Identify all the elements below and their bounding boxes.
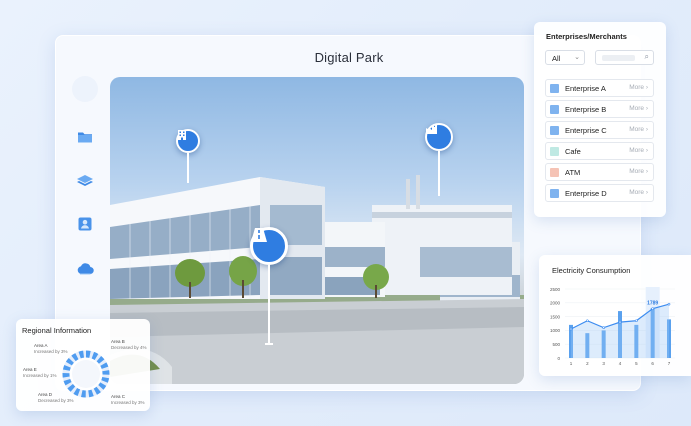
cloud-icon[interactable] [74, 257, 96, 279]
more-link[interactable]: More › [629, 84, 648, 91]
chart-point [569, 327, 573, 331]
category-swatch [550, 147, 559, 156]
enterprises-title: Enterprises/Merchants [546, 32, 627, 41]
road-icon [250, 227, 288, 265]
electricity-chart[interactable]: 0 500 1000 1500 2000 2500 1789 1 2 3 4 5 6 7 [539, 255, 691, 376]
enterprise-list-item[interactable]: Enterprise B More › [545, 100, 654, 118]
area-label: Area A Increased by 3% [34, 343, 68, 354]
layers-icon[interactable] [74, 170, 96, 192]
enterprise-name: Enterprise D [565, 189, 607, 198]
map-pin-office[interactable] [176, 129, 200, 183]
y-tick-label: 2500 [550, 287, 561, 292]
x-tick-label: 6 [651, 361, 654, 366]
more-link[interactable]: More › [629, 105, 648, 112]
factory-icon [425, 123, 453, 151]
enterprise-name: Enterprise C [565, 126, 607, 135]
category-swatch [550, 105, 559, 114]
park-scene-image[interactable] [110, 77, 524, 384]
more-link[interactable]: More › [629, 147, 648, 154]
enterprise-list-item[interactable]: Enterprise A More › [545, 79, 654, 97]
enterprise-list-item[interactable]: Cafe More › [545, 142, 654, 160]
chart-point [667, 302, 671, 306]
chart-point [618, 320, 622, 324]
enterprise-name: Enterprise A [565, 84, 606, 93]
chart-point [602, 326, 605, 329]
category-filter-select[interactable]: All ⌄ [545, 50, 585, 65]
regional-panel: Regional Information Area A Increased by… [16, 319, 150, 411]
building-illustration [110, 175, 524, 384]
enterprise-name: Enterprise B [565, 105, 607, 114]
enterprise-name: ATM [565, 168, 581, 177]
category-swatch [550, 126, 559, 135]
electricity-panel: Electricity Consumption 0 500 1000 1500 2000… [539, 255, 691, 376]
chart-point [635, 319, 638, 323]
map-pin-road[interactable] [250, 227, 288, 345]
enterprise-list-item[interactable]: ATM More › [545, 163, 654, 181]
more-link[interactable]: More › [629, 126, 648, 133]
category-swatch [550, 168, 559, 177]
x-tick-label: 1 [570, 361, 573, 366]
category-swatch [550, 189, 559, 198]
highlight-value-label: 1789 [647, 301, 658, 307]
more-link[interactable]: More › [629, 189, 648, 196]
search-icon: ⌕ [644, 52, 649, 61]
enterprises-panel: Enterprises/Merchants All ⌄ ⌕ Enterprise… [534, 22, 666, 217]
x-tick-label: 4 [619, 361, 622, 366]
contacts-icon[interactable] [74, 213, 96, 235]
office-building-icon [176, 129, 200, 153]
avatar[interactable] [72, 76, 98, 102]
search-input[interactable]: ⌕ [595, 50, 654, 65]
area-label: Area D Decreased by 3% [38, 392, 74, 403]
x-tick-label: 7 [668, 361, 671, 366]
folder-icon[interactable] [74, 126, 96, 148]
chevron-down-icon: ⌄ [574, 54, 580, 61]
area-label: Area C Increased by 3% [111, 394, 145, 405]
x-tick-label: 2 [586, 361, 589, 366]
filter-value: All [552, 54, 561, 63]
map-pin-factory[interactable] [425, 123, 453, 196]
y-tick-label: 2000 [550, 301, 561, 306]
x-tick-label: 3 [602, 361, 605, 366]
x-tick-label: 5 [635, 361, 638, 366]
y-tick-label: 500 [552, 342, 560, 347]
enterprise-list-item[interactable]: Enterprise D More › [545, 184, 654, 202]
more-link[interactable]: More › [629, 168, 648, 175]
chart-point [586, 319, 589, 323]
chart-point [651, 307, 654, 310]
enterprise-list-item[interactable]: Enterprise C More › [545, 121, 654, 139]
y-tick-label: 1500 [550, 314, 561, 319]
area-label: Area B Decreased by 4% [111, 339, 147, 350]
area-label: Area E Increased by 1% [23, 367, 57, 378]
category-swatch [550, 84, 559, 93]
y-tick-label: 1000 [550, 328, 561, 333]
enterprise-name: Cafe [565, 147, 581, 156]
y-tick-label: 0 [557, 356, 560, 361]
